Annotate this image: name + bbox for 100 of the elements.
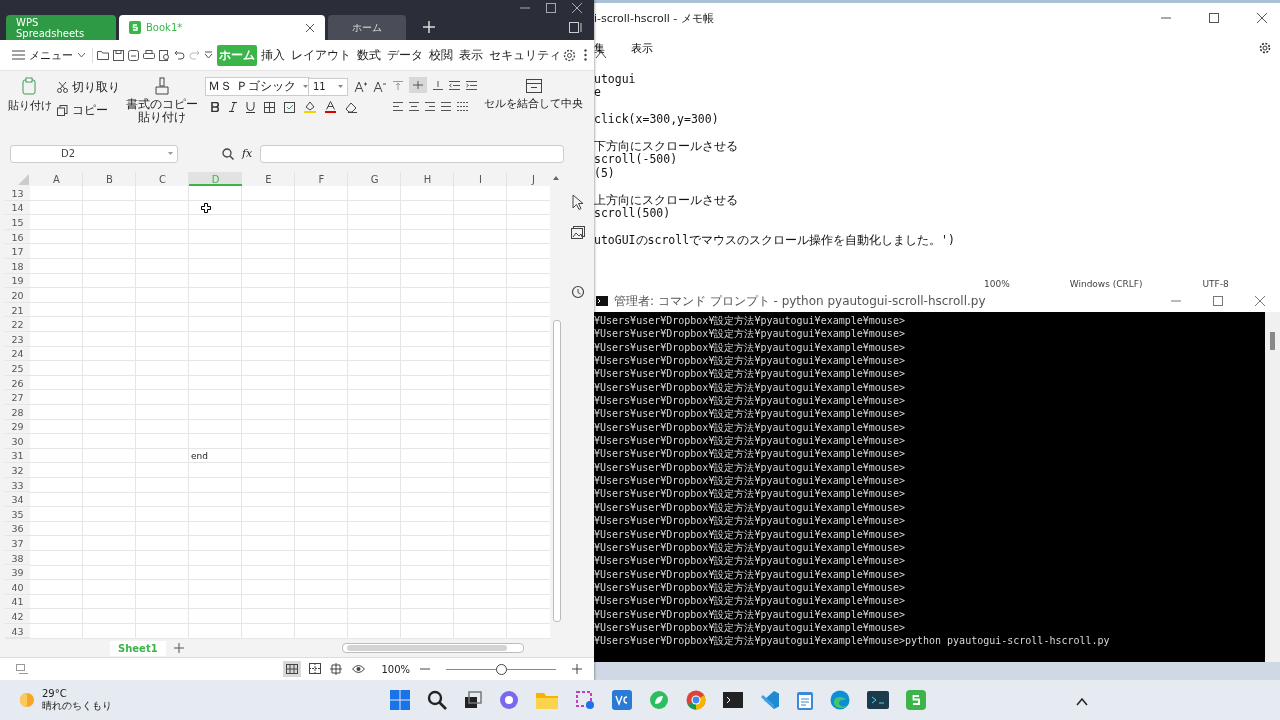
- menu-button[interactable]: メニュー: [12, 47, 93, 63]
- row-header[interactable]: 25: [5, 361, 30, 376]
- slider-thumb[interactable]: [496, 663, 507, 675]
- name-box[interactable]: D2: [10, 144, 178, 163]
- document-icon[interactable]: [128, 49, 139, 61]
- row-header[interactable]: 27: [5, 390, 30, 405]
- cell-style-icon[interactable]: [284, 101, 295, 113]
- spreadsheet-icon[interactable]: [906, 690, 926, 710]
- more-icon[interactable]: [584, 49, 587, 61]
- search-icon[interactable]: [427, 690, 447, 710]
- italic-icon[interactable]: [229, 102, 237, 112]
- page-break-icon[interactable]: [309, 663, 323, 675]
- align-bottom-icon[interactable]: [433, 80, 443, 90]
- font-name-field[interactable]: ＭＳ Ｐゴシック: [205, 77, 310, 96]
- row-header[interactable]: 20: [5, 288, 30, 303]
- cut-button[interactable]: 切り取り: [57, 79, 120, 96]
- eye-icon[interactable]: [352, 664, 366, 674]
- menu-item[interactable]: 表示: [631, 40, 653, 56]
- formula-field[interactable]: [260, 144, 564, 163]
- cursor-icon[interactable]: [572, 194, 584, 210]
- undo-icon[interactable]: [174, 50, 185, 60]
- ribbon-tab[interactable]: 挿入: [259, 44, 287, 66]
- task-view-icon[interactable]: [464, 691, 482, 709]
- font-size-field[interactable]: 11: [308, 77, 348, 96]
- eraser-icon[interactable]: [345, 101, 357, 113]
- zoom-level[interactable]: 100%: [381, 663, 410, 675]
- row-header[interactable]: 13: [5, 186, 30, 201]
- browser-icon[interactable]: [686, 690, 706, 710]
- window-tab[interactable]: ホーム: [328, 15, 406, 40]
- shrink-font-icon[interactable]: [373, 80, 386, 93]
- status-icon[interactable]: [16, 664, 28, 674]
- save-icon[interactable]: [113, 49, 124, 61]
- weather-text[interactable]: 晴れのちくもり: [42, 700, 112, 712]
- border-icon[interactable]: [264, 101, 275, 113]
- indent-decrease-icon[interactable]: [449, 80, 460, 90]
- align-center-icon[interactable]: [409, 101, 419, 111]
- row-header[interactable]: 15: [5, 215, 30, 230]
- ribbon-tab[interactable]: データ: [385, 44, 425, 66]
- scroll-up-icon[interactable]: [553, 176, 559, 180]
- start-icon[interactable]: [390, 690, 410, 710]
- copy-button[interactable]: コピー: [57, 102, 120, 119]
- history-icon[interactable]: [571, 285, 585, 299]
- maximize-icon[interactable]: [1208, 12, 1220, 24]
- column-header[interactable]: H: [401, 172, 454, 186]
- row-header[interactable]: 32: [5, 463, 30, 478]
- chevron-icon[interactable]: [1076, 697, 1088, 706]
- align-left-icon[interactable]: [393, 101, 403, 111]
- indent-increase-icon[interactable]: [466, 80, 477, 90]
- layout-icon[interactable]: [330, 663, 345, 675]
- row-header[interactable]: 39: [5, 565, 30, 581]
- font-color-icon[interactable]: [325, 101, 336, 113]
- paste-button[interactable]: 貼り付け: [8, 77, 52, 113]
- add-icon[interactable]: [423, 21, 435, 33]
- column-header[interactable]: C: [136, 172, 189, 186]
- settings-icon[interactable]: [1258, 41, 1272, 55]
- ribbon-tab[interactable]: 校閲: [427, 44, 455, 66]
- menu-item[interactable]: 集: [594, 40, 605, 56]
- row-header[interactable]: 37: [5, 536, 30, 551]
- maximize-icon[interactable]: [1212, 295, 1224, 307]
- close-icon[interactable]: [305, 22, 315, 33]
- window-tab[interactable]: WPS Spreadsheets: [6, 15, 116, 40]
- align-top-icon[interactable]: [393, 80, 403, 90]
- column-header[interactable]: A: [30, 172, 83, 186]
- panel-icon[interactable]: [569, 22, 582, 33]
- ribbon-tab[interactable]: レイアウト: [289, 44, 353, 66]
- notepad-icon[interactable]: [797, 690, 813, 710]
- zoom-in-icon[interactable]: [572, 664, 582, 674]
- close-icon[interactable]: [1256, 12, 1268, 24]
- row-header[interactable]: 22: [5, 317, 30, 332]
- code-editor-icon[interactable]: [760, 690, 780, 710]
- chat-icon[interactable]: [499, 690, 519, 710]
- row-header[interactable]: 30: [5, 434, 30, 449]
- align-right-icon[interactable]: [425, 101, 435, 111]
- row-header[interactable]: 35: [5, 507, 30, 522]
- print-icon[interactable]: [143, 49, 155, 61]
- browser-icon[interactable]: [830, 690, 850, 710]
- column-header[interactable]: I: [454, 172, 507, 186]
- bold-icon[interactable]: [211, 102, 220, 112]
- merge-center-button[interactable]: セルを結合して中央: [484, 77, 583, 111]
- ribbon-tab[interactable]: 表示: [457, 44, 485, 66]
- column-header[interactable]: F: [295, 172, 348, 186]
- row-header[interactable]: 42: [5, 609, 30, 624]
- close-icon[interactable]: [572, 3, 582, 13]
- ribbon-tab[interactable]: 数式: [355, 44, 383, 66]
- justify-icon[interactable]: [441, 101, 451, 111]
- add-sheet-icon[interactable]: [173, 643, 184, 653]
- zoom-icon[interactable]: [222, 147, 234, 160]
- row-header[interactable]: 34: [5, 492, 30, 508]
- grow-font-icon[interactable]: [354, 80, 367, 93]
- settings-icon[interactable]: [563, 48, 576, 62]
- column-header[interactable]: B: [83, 172, 136, 186]
- close-icon[interactable]: [1254, 295, 1266, 307]
- preview-icon[interactable]: [159, 49, 170, 61]
- distribute-icon[interactable]: [457, 101, 469, 111]
- folder-icon[interactable]: [97, 50, 109, 60]
- normal-view-icon[interactable]: [283, 661, 302, 677]
- function-label[interactable]: fx: [242, 147, 253, 160]
- monitor-icon[interactable]: [867, 691, 889, 709]
- dropdown-icon[interactable]: [204, 51, 213, 59]
- column-header[interactable]: E: [242, 172, 295, 186]
